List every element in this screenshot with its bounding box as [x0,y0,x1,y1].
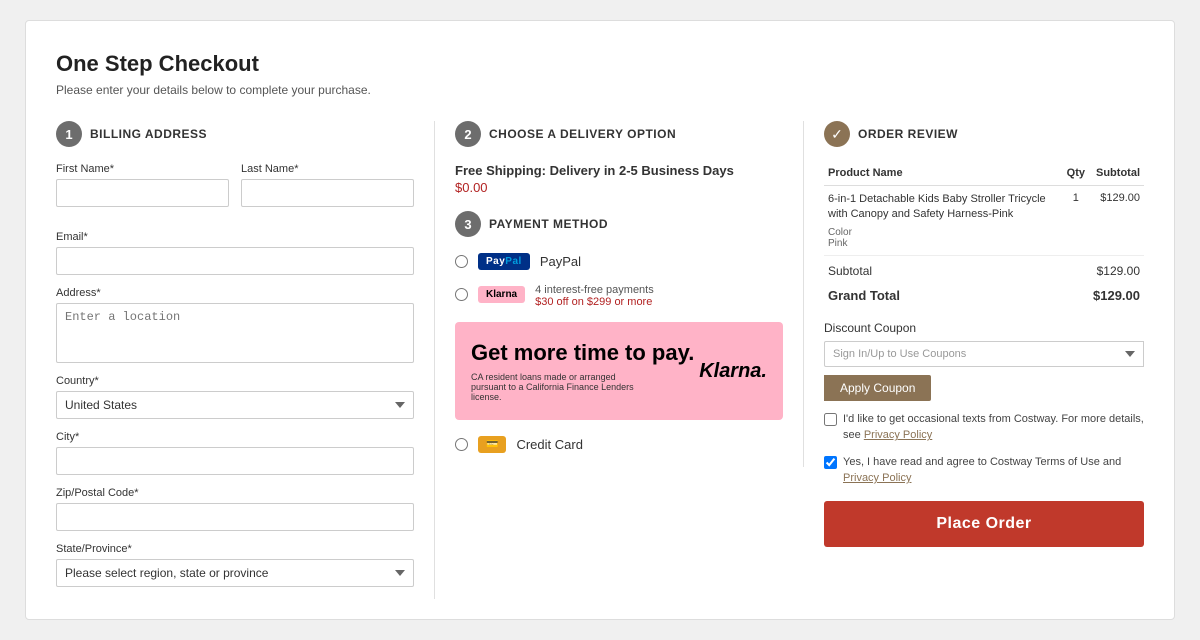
table-row: 6-in-1 Detachable Kids Baby Stroller Tri… [824,186,1144,256]
klarna-info: 4 interest-free payments $30 off on $299… [535,284,654,308]
klarna-installment: 4 interest-free payments [535,284,654,296]
order-title: ORDER REVIEW [858,127,958,141]
first-name-input[interactable] [56,179,229,207]
billing-section: 1 BILLING ADDRESS First Name* Last Name*… [56,121,435,599]
col-subtotal-header: Subtotal [1089,163,1144,186]
checkout-container: One Step Checkout Please enter your deta… [25,20,1175,620]
place-order-button[interactable]: Place Order [824,501,1144,547]
subtotal-value: $129.00 [1089,255,1144,284]
privacy-policy-link-1[interactable]: Privacy Policy [864,429,932,441]
free-shipping-price: $0.00 [455,180,783,195]
credit-card-label: Credit Card [516,437,582,452]
klarna-banner-content: Get more time to pay. CA resident loans … [471,340,694,402]
col-product-header: Product Name [824,163,1063,186]
address-label: Address* [56,287,414,299]
last-name-label: Last Name* [241,163,414,175]
klarna-option: Klarna 4 interest-free payments $30 off … [455,284,783,308]
city-group: City* [56,431,414,475]
email-label: Email* [56,231,414,243]
sms-checkbox-text: I'd like to get occasional texts from Co… [843,411,1144,444]
payment-title: PAYMENT METHOD [489,217,608,231]
name-row: First Name* Last Name* [56,163,414,219]
paypal-label: PayPal [540,254,581,269]
coupon-select-row: Sign In/Up to Use Coupons [824,341,1144,367]
paypal-radio[interactable] [455,255,468,268]
zip-label: Zip/Postal Code* [56,487,414,499]
country-label: Country* [56,375,414,387]
city-input[interactable] [56,447,414,475]
apply-coupon-button[interactable]: Apply Coupon [824,375,931,401]
order-check-icon: ✓ [824,121,850,147]
billing-number: 1 [56,121,82,147]
credit-card-option: 💳 Credit Card [455,436,783,453]
sms-checkbox[interactable] [824,413,837,426]
klarna-radio[interactable] [455,288,468,301]
grand-total-label: Grand Total [824,284,1063,309]
state-group: State/Province* Please select region, st… [56,543,414,587]
email-input[interactable] [56,247,414,275]
klarna-logo: Klarna. [699,360,767,383]
credit-card-badge: 💳 [478,436,506,453]
delivery-section: 2 CHOOSE A DELIVERY OPTION Free Shipping… [435,121,804,467]
delivery-title: CHOOSE A DELIVERY OPTION [489,127,676,141]
klarna-banner-text: Get more time to pay. [471,340,694,366]
payment-header: 3 PAYMENT METHOD [455,211,783,237]
product-name: 6-in-1 Detachable Kids Baby Stroller Tri… [828,192,1059,223]
coupon-select[interactable]: Sign In/Up to Use Coupons [824,341,1144,367]
paypal-badge: PayPal [478,253,530,270]
zip-input[interactable] [56,503,414,531]
grand-total-row: Grand Total $129.00 [824,284,1144,309]
city-label: City* [56,431,414,443]
billing-title: BILLING ADDRESS [90,127,207,141]
product-qty: 1 [1063,186,1089,256]
product-color-value: Pink [828,238,1059,249]
discount-label: Discount Coupon [824,321,1144,335]
email-group: Email* [56,231,414,275]
product-color-label: Color [828,227,1059,238]
last-name-input[interactable] [241,179,414,207]
free-shipping-option: Free Shipping: Delivery in 2-5 Business … [455,163,783,195]
state-label: State/Province* [56,543,414,555]
delivery-number: 2 [455,121,481,147]
klarna-banner-sub: CA resident loans made or arranged pursu… [471,372,651,402]
page-title: One Step Checkout [56,51,1144,77]
page-subtitle: Please enter your details below to compl… [56,83,1144,97]
order-header: ✓ ORDER REVIEW [824,121,1144,147]
product-cell: 6-in-1 Detachable Kids Baby Stroller Tri… [824,186,1063,256]
address-group: Address* [56,287,414,363]
paypal-option: PayPal PayPal [455,253,783,270]
free-shipping-label: Free Shipping: Delivery in 2-5 Business … [455,163,783,178]
sections-row: 1 BILLING ADDRESS First Name* Last Name*… [56,121,1144,599]
privacy-policy-link-2[interactable]: Privacy Policy [843,472,911,484]
address-input[interactable] [56,303,414,363]
state-select[interactable]: Please select region, state or province [56,559,414,587]
billing-header: 1 BILLING ADDRESS [56,121,414,147]
klarna-badge: Klarna [478,286,525,303]
first-name-label: First Name* [56,163,229,175]
grand-total-value: $129.00 [1089,284,1144,309]
order-table: Product Name Qty Subtotal 6-in-1 Detacha… [824,163,1144,309]
last-name-group: Last Name* [241,163,414,207]
terms-checkbox[interactable] [824,456,837,469]
first-name-group: First Name* [56,163,229,207]
subtotal-row: Subtotal $129.00 [824,255,1144,284]
country-group: Country* United States [56,375,414,419]
credit-card-radio[interactable] [455,438,468,451]
payment-number: 3 [455,211,481,237]
product-price: $129.00 [1089,186,1144,256]
klarna-banner: Get more time to pay. CA resident loans … [455,322,783,420]
terms-checkbox-row: Yes, I have read and agree to Costway Te… [824,454,1144,487]
discount-section: Discount Coupon Sign In/Up to Use Coupon… [824,321,1144,401]
sms-checkbox-row: I'd like to get occasional texts from Co… [824,411,1144,444]
subtotal-label: Subtotal [824,255,1063,284]
order-section: ✓ ORDER REVIEW Product Name Qty Subtotal… [804,121,1144,547]
col-qty-header: Qty [1063,163,1089,186]
country-select[interactable]: United States [56,391,414,419]
delivery-header: 2 CHOOSE A DELIVERY OPTION [455,121,783,147]
zip-group: Zip/Postal Code* [56,487,414,531]
terms-checkbox-text: Yes, I have read and agree to Costway Te… [843,454,1144,487]
klarna-discount: $30 off on $299 or more [535,296,654,308]
